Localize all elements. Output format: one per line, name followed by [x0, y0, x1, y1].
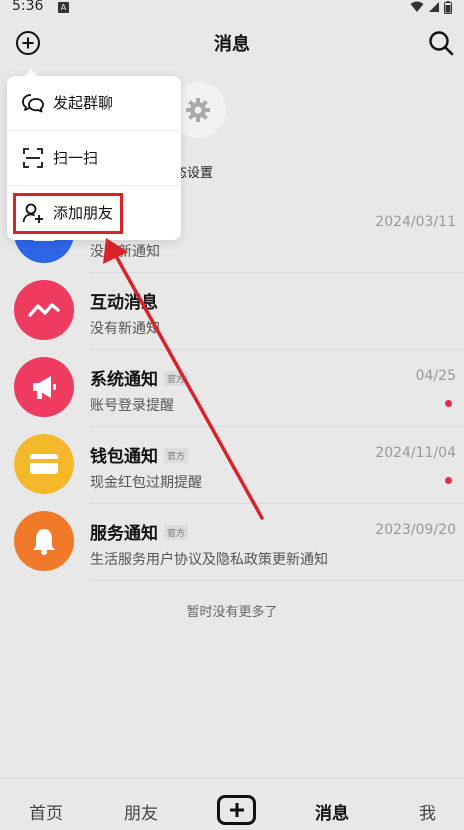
avatar: [14, 434, 74, 494]
list-item-title: 钱包通知 官方: [90, 442, 189, 467]
signal-icon: [429, 2, 439, 12]
list-item-title: 服务通知 官方: [90, 519, 189, 544]
list-item-subtitle: 生活服务用户协议及隐私政策更新通知: [90, 552, 328, 568]
list-item-time: 04/25: [415, 368, 456, 384]
gear-icon: [186, 98, 210, 122]
avatar: [14, 280, 74, 340]
list-item-subtitle: 没有新通知: [90, 244, 160, 260]
list-end-text: 暂时没有更多了: [186, 605, 278, 620]
list-item-title: 系统通知 官方: [90, 365, 189, 390]
page-title: 消息: [214, 34, 250, 55]
wifi-icon: [410, 1, 424, 12]
list-item[interactable]: 服务通知 官方 生活服务用户协议及隐私政策更新通知 2023/09/20: [0, 504, 464, 581]
unread-dot: [445, 477, 452, 484]
list-item-title-text: 服务通知: [90, 524, 158, 544]
list-item[interactable]: 互动消息 没有新通知: [0, 273, 464, 350]
avatar: [14, 511, 74, 571]
menu-item-label: 扫一扫: [53, 149, 99, 167]
status-time: 5:36: [12, 0, 44, 14]
message-list: 没有新通知 2024/03/11 互动消息 没有新通知 系统通知 官方 账号登录提…: [0, 196, 464, 581]
search-icon[interactable]: [426, 28, 456, 58]
official-badge: 官方: [164, 448, 189, 463]
header: 消息: [0, 18, 464, 66]
unread-dot: [445, 400, 452, 407]
tab-home[interactable]: 首页: [29, 799, 63, 824]
list-item[interactable]: 系统通知 官方 账号登录提醒 04/25: [0, 350, 464, 427]
divider: [90, 580, 464, 581]
list-item-subtitle: 现金红包过期提醒: [90, 475, 202, 491]
tab-me[interactable]: 我: [419, 799, 436, 824]
highlight-box: [13, 193, 123, 234]
menu-item-label: 发起群聊: [53, 94, 114, 112]
tab-bar: 首页 朋友 消息 我: [0, 778, 464, 830]
bell-icon: [33, 529, 55, 555]
list-item-time: 2024/03/11: [375, 214, 456, 230]
list-item[interactable]: 钱包通知 官方 现金红包过期提醒 2024/11/04: [0, 427, 464, 504]
menu-item-scan[interactable]: 扫一扫: [7, 131, 181, 185]
wallet-icon: [30, 454, 58, 474]
plus-icon: [229, 803, 244, 817]
menu-item-group-chat[interactable]: 发起群聊: [7, 76, 181, 130]
status-icons: [410, 0, 452, 14]
notification-icon: A: [58, 2, 69, 13]
list-item-title: 互动消息: [90, 293, 158, 313]
publish-button[interactable]: [217, 795, 256, 825]
list-item-title-text: 钱包通知: [90, 447, 158, 467]
scan-icon: [23, 148, 43, 168]
tab-messages[interactable]: 消息: [315, 799, 349, 824]
list-item-time: 2024/11/04: [375, 445, 456, 461]
list-item-subtitle: 没有新通知: [90, 321, 160, 337]
battery-icon: [444, 0, 452, 14]
tab-friends[interactable]: 朋友: [124, 799, 158, 824]
official-badge: 官方: [164, 371, 189, 386]
status-bar: 5:36 A: [0, 0, 464, 18]
group-chat-icon: [22, 94, 44, 113]
avatar: [14, 357, 74, 417]
interaction-icon: [28, 303, 60, 317]
list-item-title-text: 系统通知: [90, 370, 158, 390]
list-item-time: 2023/09/20: [375, 522, 456, 538]
megaphone-icon: [33, 376, 56, 399]
official-badge: 官方: [164, 525, 189, 540]
list-item-subtitle: 账号登录提醒: [90, 398, 174, 414]
